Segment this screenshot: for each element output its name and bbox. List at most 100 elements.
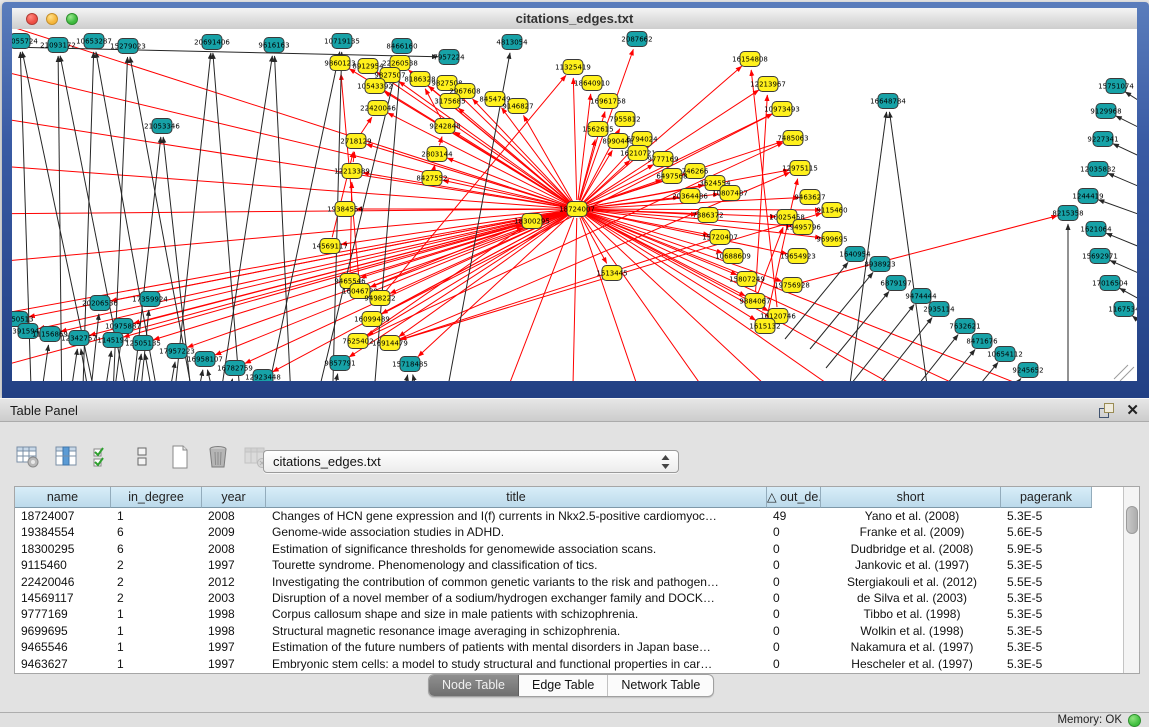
graph-node[interactable]: 12505135 xyxy=(125,336,161,351)
column-header-pagerank[interactable]: pagerank xyxy=(1001,487,1092,508)
graph-node[interactable]: 16099489 xyxy=(354,312,390,327)
table-row[interactable]: 969969511998Structural magnetic resonanc… xyxy=(15,623,1123,639)
graph-node[interactable]: 17016504 xyxy=(1092,276,1128,291)
table-row[interactable]: 946362711997Embryonic stem cells: a mode… xyxy=(15,656,1123,672)
graph-node[interactable]: 19654923 xyxy=(780,249,816,264)
graph-node[interactable]: 10973493 xyxy=(764,102,800,117)
graph-node[interactable]: 15718485 xyxy=(392,357,428,372)
graph-node[interactable]: 2718129 xyxy=(340,134,371,149)
table-cell: Corpus callosum shape and size in male p… xyxy=(266,606,767,622)
graph-node[interactable]: 2803144 xyxy=(421,147,453,162)
graph-node-label: 1350513 xyxy=(12,316,34,324)
row-select-icon[interactable] xyxy=(90,444,117,471)
graph-node[interactable]: 16648784 xyxy=(870,94,906,109)
graph-node-label: 9777169 xyxy=(647,156,678,164)
graph-node-label: 14569117 xyxy=(312,243,348,251)
table-row[interactable]: 1872400712008Changes of HCN gene express… xyxy=(15,508,1123,524)
tab-node-table[interactable]: Node Table xyxy=(429,675,519,696)
graph-node[interactable]: 1167534 xyxy=(1108,302,1137,317)
graph-node[interactable]: 7632621 xyxy=(949,319,980,334)
graph-node[interactable]: 9616163 xyxy=(258,38,289,53)
graph-node[interactable]: 9245652 xyxy=(1012,363,1043,378)
graph-node[interactable]: 24055724 xyxy=(12,34,38,49)
graph-node[interactable]: 8471676 xyxy=(966,334,998,349)
graph-node[interactable]: 12213389 xyxy=(334,164,370,179)
memory-status-indicator[interactable] xyxy=(1128,714,1141,727)
table-mode-tabs: Node TableEdge TableNetwork Table xyxy=(428,674,714,697)
graph-node[interactable]: 10719135 xyxy=(324,34,360,49)
close-panel-icon[interactable]: ✕ xyxy=(1126,403,1139,418)
table-row[interactable]: 977716911998Corpus callosum shape and si… xyxy=(15,606,1123,622)
graph-node[interactable]: 11325419 xyxy=(555,60,591,75)
graph-node[interactable]: 10975887 xyxy=(105,319,141,334)
tab-network-table[interactable]: Network Table xyxy=(608,675,713,696)
column-header-title[interactable]: title xyxy=(266,487,767,508)
table-settings-icon[interactable] xyxy=(14,444,41,471)
graph-node[interactable]: 9699695 xyxy=(816,232,847,247)
table-row[interactable]: 911546021997Tourette syndrome. Phenomeno… xyxy=(15,557,1123,573)
delete-entries-icon[interactable] xyxy=(204,444,231,471)
float-panel-icon[interactable] xyxy=(1099,403,1114,418)
network-canvas[interactable]: 24055724210931721065328715279023 20691406… xyxy=(12,29,1137,381)
graph-node-label: 20691406 xyxy=(194,39,230,47)
column-header-short[interactable]: short xyxy=(821,487,1001,508)
graph-node[interactable]: 20691406 xyxy=(194,35,230,50)
column-header-year[interactable]: year xyxy=(202,487,266,508)
table-cell: Genome-wide association studies in ADHD. xyxy=(266,524,767,540)
graph-node[interactable]: 21093172 xyxy=(40,38,76,53)
graph-node-label: 4813054 xyxy=(496,39,528,47)
table-cell: Hescheler et al. (1997) xyxy=(821,656,1001,672)
graph-node[interactable]: 15279023 xyxy=(110,39,146,54)
graph-node[interactable]: 8215358 xyxy=(1052,206,1083,221)
graph-node[interactable]: 7955812 xyxy=(609,112,640,127)
table-row[interactable]: 2242004622012Investigating the contribut… xyxy=(15,574,1123,590)
column-header-name[interactable]: name xyxy=(15,487,111,508)
graph-node[interactable]: 19384554 xyxy=(327,202,363,217)
table-cell: 0 xyxy=(767,623,821,639)
graph-node[interactable]: 1621064 xyxy=(1080,222,1112,237)
table-row[interactable]: 1938455462009Genome-wide association stu… xyxy=(15,524,1123,540)
graph-node[interactable]: 10654112 xyxy=(987,347,1023,362)
graph-node[interactable]: 8427552 xyxy=(416,171,447,186)
graph-node[interactable]: 19756928 xyxy=(774,278,810,293)
graph-node[interactable]: 6879197 xyxy=(880,276,911,291)
graph-node[interactable]: 8466160 xyxy=(386,39,417,54)
graph-node[interactable]: 1244419 xyxy=(1072,189,1103,204)
graph-node[interactable]: 16154808 xyxy=(732,52,768,67)
graph-node[interactable]: 15751074 xyxy=(1098,79,1134,94)
table-cell: 0 xyxy=(767,541,821,557)
graph-node[interactable]: 9463627 xyxy=(794,190,825,205)
graph-node[interactable]: 17359924 xyxy=(132,292,168,307)
column-header-out_de[interactable]: △ out_de... xyxy=(767,487,821,508)
tab-edge-table[interactable]: Edge Table xyxy=(519,675,608,696)
graph-node[interactable]: 22420046 xyxy=(360,101,396,116)
table-scrollbar[interactable] xyxy=(1123,487,1139,673)
table-cell: Franke et al. (2009) xyxy=(821,524,1001,540)
graph-node[interactable]: 7957224 xyxy=(433,50,465,65)
graph-node[interactable]: 12213967 xyxy=(750,77,786,92)
table-cell: 2003 xyxy=(202,590,266,606)
new-table-icon[interactable] xyxy=(166,444,193,471)
graph-node[interactable]: 16961758 xyxy=(590,94,626,109)
table-cell: Dudbridge et al. (2008) xyxy=(821,541,1001,557)
table-row[interactable]: 1830029562008Estimation of significance … xyxy=(15,541,1123,557)
graph-node[interactable]: 4813054 xyxy=(496,35,528,50)
graph-node[interactable]: 9857791 xyxy=(324,356,355,371)
table-scrollbar-thumb[interactable] xyxy=(1126,506,1138,534)
graph-node[interactable]: 9115460 xyxy=(816,203,847,218)
graph-node[interactable]: 18640910 xyxy=(574,76,610,91)
column-header-in_degree[interactable]: in_degree xyxy=(111,487,202,508)
table-row[interactable]: 1456911722003Disruption of a novel membe… xyxy=(15,590,1123,606)
table-selector-dropdown[interactable]: citations_edges.txt xyxy=(263,450,679,473)
table-row[interactable]: 946554611997Estimation of the future num… xyxy=(15,639,1123,655)
graph-node[interactable]: 10653287 xyxy=(76,34,112,49)
graph-node[interactable]: 21053346 xyxy=(144,119,180,134)
graph-node[interactable]: 2935114 xyxy=(923,302,955,317)
window-titlebar[interactable]: citations_edges.txt xyxy=(12,8,1137,30)
graph-node[interactable]: 9860123 xyxy=(324,56,355,71)
graph-node[interactable]: 10688609 xyxy=(715,249,751,264)
graph-node[interactable]: 2087662 xyxy=(621,32,652,47)
table-cell: 6 xyxy=(111,524,202,540)
row-height-icon[interactable] xyxy=(128,444,155,471)
column-select-icon[interactable] xyxy=(52,444,79,471)
